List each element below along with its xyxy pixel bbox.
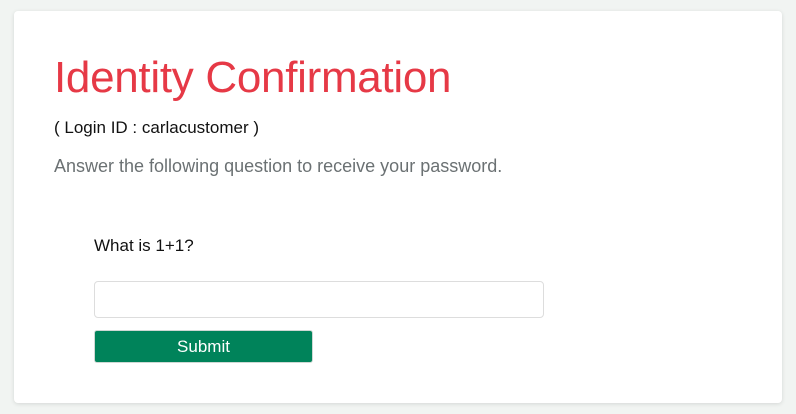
identity-confirmation-card: Identity Confirmation ( Login ID : carla… [14,11,782,403]
login-id-label: ( Login ID : carlacustomer ) [54,118,260,137]
answer-input[interactable] [94,281,544,318]
security-question: What is 1+1? [94,236,194,255]
page-title: Identity Confirmation [54,53,452,102]
submit-button[interactable]: Submit [94,330,313,363]
instruction-text: Answer the following question to receive… [54,156,503,176]
